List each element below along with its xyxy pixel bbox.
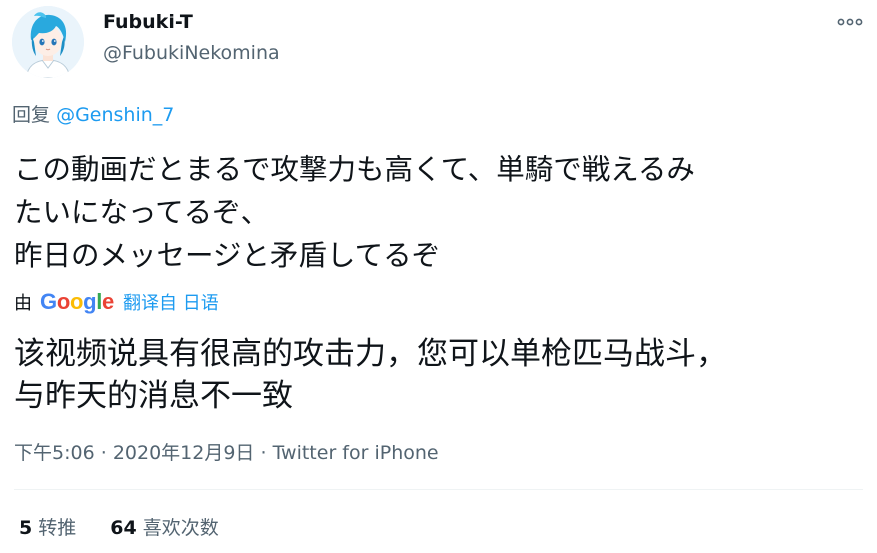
reply-to-link[interactable]: @Genshin_7	[56, 104, 174, 126]
retweet-label: 转推	[38, 517, 77, 539]
tweet-stats: 5 转推 64 喜欢次数	[19, 514, 247, 542]
translated-by-label: 由	[14, 293, 32, 314]
tweet-client-link[interactable]: Twitter for iPhone	[273, 442, 439, 464]
retweet-count-link[interactable]: 5 转推	[19, 514, 76, 542]
avatar[interactable]	[12, 6, 84, 78]
like-count-link[interactable]: 64 喜欢次数	[110, 514, 218, 542]
translated-text-line: 与昨天的消息不一致	[14, 378, 293, 414]
translated-text-line: 该视频说具有很高的攻击力，您可以单枪匹马战斗，	[14, 336, 727, 372]
tweet-body-line: たいになってるぞ、	[14, 196, 270, 229]
tweet: Fubuki-T @FubukiNekomina 回复 @Genshin_7 こ…	[0, 0, 877, 553]
author-name[interactable]: Fubuki-T	[103, 10, 193, 34]
tweet-body-line: この動画だとまるで攻撃力も高くて、単騎で戦えるみ	[14, 153, 695, 186]
google-logo: Google	[40, 289, 114, 314]
meta-separator: ·	[100, 442, 107, 464]
more-options-button[interactable]	[836, 10, 864, 34]
avatar-anime-character-icon	[12, 6, 84, 78]
reply-prefix: 回复	[12, 104, 51, 126]
tweet-metadata: 下午5:06 · 2020年12月9日 · Twitter for iPhone	[14, 440, 439, 466]
tweet-body: この動画だとまるで攻撃力も高くて、単騎で戦えるみ たいになってるぞ、 昨日のメッ…	[14, 148, 695, 277]
tweet-time[interactable]: 下午5:06	[14, 442, 95, 464]
retweet-count: 5	[19, 517, 33, 539]
translated-from-link[interactable]: 翻译自 日语	[123, 289, 219, 315]
tweet-body-line: 昨日のメッセージと矛盾してるぞ	[14, 239, 441, 272]
tweet-date[interactable]: 2020年12月9日	[113, 442, 255, 464]
translation-attribution: 由 Google 翻译自 日语	[14, 289, 219, 315]
author-handle[interactable]: @FubukiNekomina	[103, 41, 280, 65]
more-horizontal-icon	[837, 18, 863, 26]
like-label: 喜欢次数	[142, 517, 219, 539]
translated-text: 该视频说具有很高的攻击力，您可以单枪匹马战斗， 与昨天的消息不一致	[14, 333, 727, 417]
like-count: 64	[110, 517, 137, 539]
meta-separator: ·	[260, 442, 267, 464]
divider	[14, 489, 863, 490]
reply-context: 回复 @Genshin_7	[12, 102, 174, 128]
